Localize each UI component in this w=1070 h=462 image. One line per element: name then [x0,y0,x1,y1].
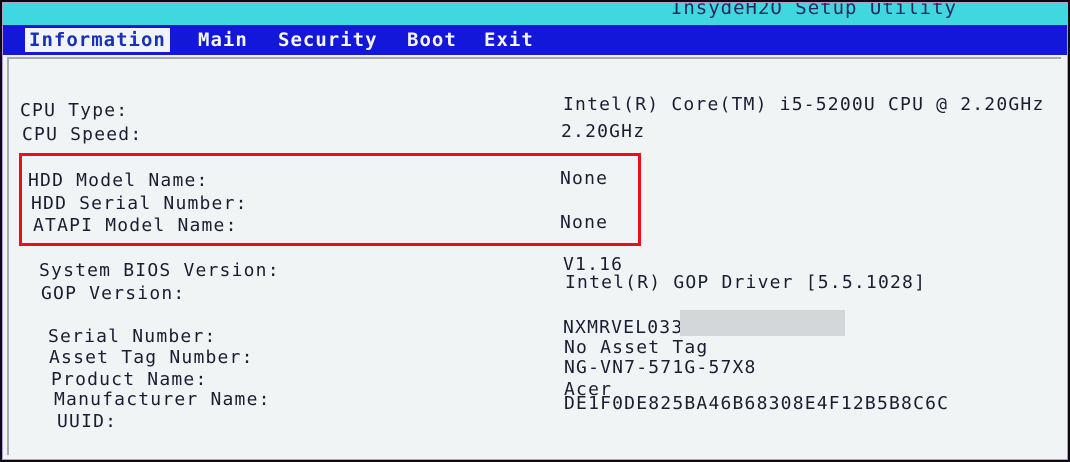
asset-tag-value: No Asset Tag [564,337,709,358]
menu-boot[interactable]: Boot [403,28,461,52]
hdd-serial-label: HDD Serial Number: [31,193,248,214]
serial-number-value: NXMRVEL033 [563,317,684,338]
cpu-type-value: Intel(R) Core(TM) i5-5200U CPU @ 2.20GHz [563,94,1045,115]
hdd-model-value: None [560,168,609,189]
product-name-value: NG-VN7-571G-57X8 [564,357,757,378]
product-name-label: Product Name: [51,369,208,390]
menu-exit[interactable]: Exit [480,28,538,52]
bios-version-label: System BIOS Version: [39,260,280,281]
atapi-model-value: None [560,212,609,233]
asset-tag-label: Asset Tag Number: [49,347,254,368]
cpu-speed-value: 2.20GHz [561,121,646,142]
manufacturer-label: Manufacturer Name: [54,389,271,410]
menu-bar: Information Main Security Boot Exit [3,25,1067,55]
atapi-model-label: ATAPI Model Name: [33,215,238,236]
serial-number-label: Serial Number: [48,326,217,347]
hdd-model-label: HDD Model Name: [28,170,209,191]
uuid-value: DE1F0DE825BA46B68308E4F12B5B8C6C [564,393,950,414]
cpu-speed-label: CPU Speed: [22,124,143,145]
uuid-label: UUID: [57,411,118,432]
menu-information[interactable]: Information [25,28,170,52]
menu-security[interactable]: Security [274,28,382,52]
gop-version-label: GOP Version: [41,283,186,304]
redacted-serial-block [680,310,845,336]
bios-screen: InsydeH2O Setup Utility Information Main… [2,2,1068,460]
utility-title: InsydeH2O Setup Utility [670,2,957,19]
gop-version-value: Intel(R) GOP Driver [5.5.1028] [565,272,927,293]
title-bar: InsydeH2O Setup Utility [3,3,1067,25]
menu-main[interactable]: Main [194,28,252,52]
cpu-type-label: CPU Type: [20,100,129,121]
